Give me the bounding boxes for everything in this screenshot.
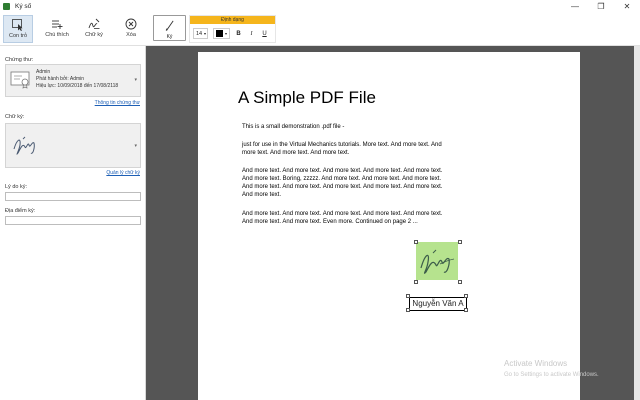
- minimize-icon[interactable]: —: [562, 0, 588, 13]
- document-title: A Simple PDF File: [238, 88, 376, 107]
- reason-label: Lý do ký:: [5, 184, 28, 190]
- reason-input[interactable]: [5, 192, 141, 201]
- paragraph-1: This is a small demonstration .pdf file …: [242, 124, 345, 130]
- resize-handle[interactable]: [464, 308, 468, 312]
- resize-handle[interactable]: [406, 308, 410, 312]
- paragraph-2: just for use in the Virtual Mechanics tu…: [242, 142, 442, 156]
- italic-button[interactable]: I: [247, 28, 256, 39]
- delete-button[interactable]: Xóa: [118, 15, 144, 43]
- restore-icon[interactable]: ❐: [588, 0, 614, 13]
- certificate-label: Chứng thư:: [5, 57, 34, 63]
- activation-watermark-title: Activate Windows: [504, 359, 568, 368]
- signature-manage-link[interactable]: Quản lý chữ ký: [106, 170, 140, 176]
- signature-field-label: Chữ ký:: [5, 114, 25, 120]
- font-color-select[interactable]: ▾: [213, 28, 230, 39]
- close-icon[interactable]: ✕: [614, 0, 640, 13]
- paragraph-3: And more text. And more text. And more t…: [242, 168, 443, 198]
- signature-label: Chữ ký: [85, 32, 103, 38]
- sign-button[interactable]: Ký: [153, 15, 186, 41]
- delete-icon: [125, 18, 137, 30]
- location-label: Địa điểm ký:: [5, 208, 36, 214]
- underline-button[interactable]: U: [260, 28, 269, 39]
- certificate-issuer: Phát hành bởi: Admin: [36, 76, 85, 82]
- color-swatch: [216, 30, 223, 37]
- certificate-select[interactable]: Admin Phát hành bởi: Admin Hiệu lực: 10/…: [5, 64, 141, 97]
- signature-select[interactable]: ▾: [5, 123, 141, 168]
- resize-handle[interactable]: [414, 280, 418, 284]
- font-size-value: 14: [196, 30, 203, 37]
- certificate-info-link[interactable]: Thông tin chứng thư: [95, 100, 140, 106]
- comment-icon: [52, 20, 63, 29]
- chevron-down-icon: ▾: [225, 31, 228, 36]
- signature-pen-icon: [88, 18, 100, 29]
- format-row: 14 ▾ ▾ B I U: [190, 24, 275, 43]
- bold-button[interactable]: B: [234, 28, 243, 39]
- location-input[interactable]: [5, 216, 141, 225]
- signature-stamp[interactable]: [412, 240, 464, 284]
- vertical-scrollbar[interactable]: [634, 46, 640, 400]
- certificate-details: Admin Phát hành bởi: Admin Hiệu lực: 10/…: [36, 69, 118, 90]
- activation-watermark-subtitle: Go to Settings to activate Windows.: [504, 372, 599, 378]
- certificate-icon: [10, 71, 30, 89]
- paragraph-4: And more text. And more text. And more t…: [242, 211, 443, 225]
- sign-label: Ký: [166, 34, 173, 40]
- stamp-signature-image: [420, 249, 455, 274]
- format-header: Định dạng: [190, 16, 275, 24]
- resize-handle[interactable]: [406, 294, 410, 298]
- app-icon: [3, 3, 10, 10]
- signing-panel: Chứng thư: Admin Phát hành bởi: Admin Hi…: [0, 46, 146, 400]
- pdf-page: A Simple PDF File This is a small demons…: [198, 52, 580, 400]
- format-group: Định dạng 14 ▾ ▾ B I U: [189, 15, 276, 43]
- window-title: Ký số: [15, 3, 32, 10]
- signature-button[interactable]: Chữ ký: [80, 15, 108, 43]
- resize-handle[interactable]: [458, 240, 462, 244]
- pointer-button[interactable]: Con trỏ: [3, 15, 33, 43]
- chevron-down-icon: ▾: [134, 143, 137, 149]
- font-size-select[interactable]: 14 ▾: [193, 28, 208, 39]
- pen-icon: [165, 20, 174, 31]
- certificate-validity: Hiệu lực: 10/09/2018 đến 17/08/2118: [36, 83, 119, 89]
- resize-handle[interactable]: [458, 280, 462, 284]
- signature-image: [13, 136, 35, 155]
- comment-button[interactable]: Chú thích: [41, 15, 73, 43]
- resize-handle[interactable]: [414, 240, 418, 244]
- chevron-down-icon: ▾: [203, 31, 206, 36]
- title-bar: Ký số — ❐ ✕: [0, 0, 640, 13]
- window-controls: — ❐ ✕: [562, 0, 640, 13]
- certificate-name: Admin: [36, 69, 51, 75]
- signer-name-box[interactable]: Nguyễn Văn A: [409, 297, 467, 311]
- comment-label: Chú thích: [45, 32, 69, 38]
- pointer-label: Con trỏ: [8, 33, 28, 39]
- document-viewer[interactable]: A Simple PDF File This is a small demons…: [146, 46, 640, 400]
- resize-handle[interactable]: [464, 294, 468, 298]
- pointer-icon: [12, 19, 23, 31]
- toolbar: Con trỏ Chú thích Chữ ký Xóa Ký Định dạn…: [0, 13, 640, 46]
- delete-label: Xóa: [126, 32, 136, 38]
- chevron-down-icon: ▾: [134, 77, 137, 83]
